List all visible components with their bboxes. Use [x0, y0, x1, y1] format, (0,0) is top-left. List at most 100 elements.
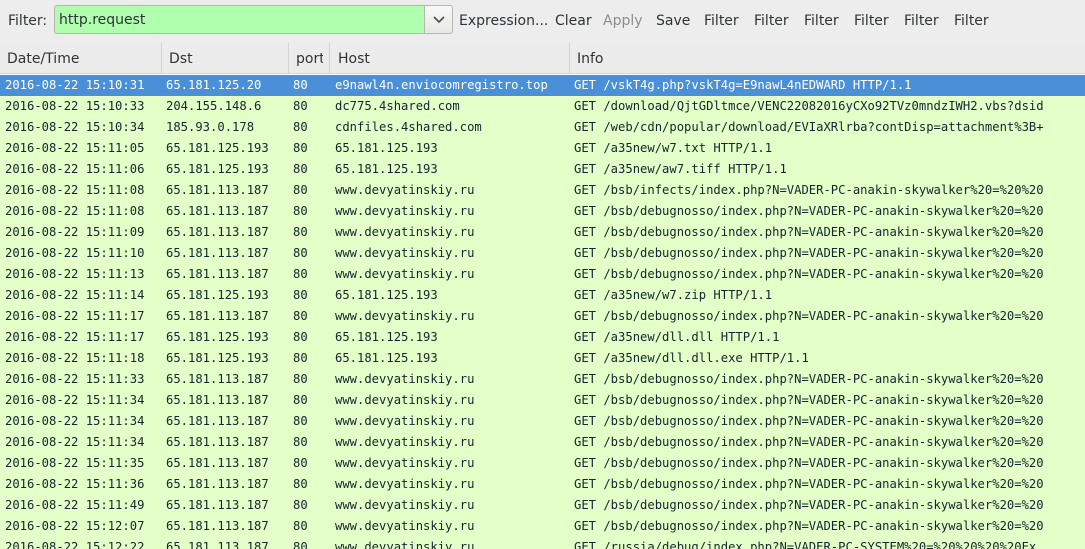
- cell-datetime: 2016-08-22 15:11:35: [5, 456, 145, 470]
- cell-dst: 65.181.113.187: [166, 519, 269, 533]
- cell-dst: 65.181.113.187: [166, 204, 269, 218]
- column-header-datetime[interactable]: Date/Time: [7, 51, 157, 67]
- column-divider[interactable]: [329, 43, 330, 73]
- packet-row[interactable]: 2016-08-22 15:12:22 65.181.113.187 80 www.d…: [0, 537, 1085, 549]
- packet-row[interactable]: 2016-08-22 15:11:05 65.181.125.193 80 65.18…: [0, 138, 1085, 159]
- packet-row[interactable]: 2016-08-22 15:11:36 65.181.113.187 80 www.d…: [0, 474, 1085, 495]
- packet-row[interactable]: 2016-08-22 15:11:06 65.181.125.193 80 65.18…: [0, 159, 1085, 180]
- cell-dst: 65.181.113.187: [166, 246, 269, 260]
- save-button[interactable]: Save: [656, 13, 690, 29]
- clear-button[interactable]: Clear: [555, 13, 592, 29]
- cell-dst: 65.181.113.187: [166, 540, 269, 549]
- cell-datetime: 2016-08-22 15:11:06: [5, 162, 145, 176]
- packet-row[interactable]: 2016-08-22 15:11:10 65.181.113.187 80 www.d…: [0, 243, 1085, 264]
- packet-row[interactable]: 2016-08-22 15:11:34 65.181.113.187 80 www.d…: [0, 390, 1085, 411]
- expression-button[interactable]: Expression...: [459, 13, 548, 29]
- cell-host: www.devyatinskiy.ru: [335, 393, 475, 407]
- column-divider[interactable]: [288, 43, 289, 73]
- column-header-host[interactable]: Host: [338, 51, 563, 67]
- cell-datetime: 2016-08-22 15:11:34: [5, 435, 145, 449]
- cell-dst: 204.155.148.6: [166, 99, 262, 113]
- cell-datetime: 2016-08-22 15:11:10: [5, 246, 145, 260]
- cell-port: 80: [293, 414, 308, 428]
- cell-port: 80: [293, 162, 308, 176]
- cell-host: www.devyatinskiy.ru: [335, 456, 475, 470]
- cell-datetime: 2016-08-22 15:11:34: [5, 414, 145, 428]
- column-divider[interactable]: [161, 43, 162, 73]
- display-filter-box[interactable]: [54, 5, 424, 34]
- packet-row[interactable]: 2016-08-22 15:11:34 65.181.113.187 80 www.d…: [0, 432, 1085, 453]
- cell-info: GET /bsb/debugnosso/index.php?N=VADER-PC…: [574, 498, 1044, 512]
- column-header-dst[interactable]: Dst: [169, 51, 279, 67]
- cell-host: dc775.4shared.com: [335, 99, 460, 113]
- cell-info: GET /a35new/w7.txt HTTP/1.1: [574, 141, 773, 155]
- cell-info: GET /a35new/aw7.tiff HTTP/1.1: [574, 162, 787, 176]
- cell-port: 80: [293, 456, 308, 470]
- column-header-info[interactable]: Info: [577, 51, 777, 67]
- packet-row[interactable]: 2016-08-22 15:11:17 65.181.113.187 80 www.d…: [0, 306, 1085, 327]
- packet-row[interactable]: 2016-08-22 15:11:33 65.181.113.187 80 www.d…: [0, 369, 1085, 390]
- column-header-port[interactable]: port: [296, 51, 323, 67]
- cell-host: www.devyatinskiy.ru: [335, 477, 475, 491]
- cell-info: GET /web/cdn/popular/download/EVIaXRlrba…: [574, 120, 1044, 134]
- cell-info: GET /russia/debug/index.php?N=VADER-PC-S…: [574, 540, 1037, 549]
- cell-host: 65.181.125.193: [335, 162, 438, 176]
- packet-row-selected[interactable]: 2016-08-22 15:10:31 65.181.125.20 80 e9nawl…: [0, 75, 1085, 96]
- cell-info: GET /bsb/debugnosso/index.php?N=VADER-PC…: [574, 393, 1044, 407]
- packet-row[interactable]: 2016-08-22 15:12:07 65.181.113.187 80 www.d…: [0, 516, 1085, 537]
- packet-row[interactable]: 2016-08-22 15:11:13 65.181.113.187 80 www.d…: [0, 264, 1085, 285]
- display-filter-input[interactable]: [59, 6, 419, 33]
- cell-dst: 65.181.125.193: [166, 141, 269, 155]
- cell-info: GET /bsb/debugnosso/index.php?N=VADER-PC…: [574, 267, 1044, 281]
- cell-datetime: 2016-08-22 15:10:33: [5, 99, 145, 113]
- packet-row[interactable]: 2016-08-22 15:11:14 65.181.125.193 80 65.18…: [0, 285, 1085, 306]
- cell-info: GET /bsb/debugnosso/index.php?N=VADER-PC…: [574, 225, 1044, 239]
- cell-host: www.devyatinskiy.ru: [335, 183, 475, 197]
- cell-info: GET /a35new/w7.zip HTTP/1.1: [574, 288, 773, 302]
- cell-dst: 65.181.125.20: [166, 78, 262, 92]
- filter-button-3[interactable]: Filter: [804, 13, 839, 29]
- cell-port: 80: [293, 540, 308, 549]
- packet-row[interactable]: 2016-08-22 15:11:08 65.181.113.187 80 www.d…: [0, 201, 1085, 222]
- cell-host: www.devyatinskiy.ru: [335, 435, 475, 449]
- cell-dst: 65.181.113.187: [166, 456, 269, 470]
- packet-row[interactable]: 2016-08-22 15:10:34 185.93.0.178 80 cdnfile…: [0, 117, 1085, 138]
- cell-datetime: 2016-08-22 15:11:08: [5, 183, 145, 197]
- cell-host: www.devyatinskiy.ru: [335, 519, 475, 533]
- cell-datetime: 2016-08-22 15:11:13: [5, 267, 145, 281]
- filter-button-1[interactable]: Filter: [704, 13, 739, 29]
- packet-row[interactable]: 2016-08-22 15:11:09 65.181.113.187 80 www.d…: [0, 222, 1085, 243]
- display-filter-toolbar: Filter: Expression... Clear Apply Save F…: [0, 0, 1085, 43]
- cell-host: 65.181.125.193: [335, 141, 438, 155]
- packet-row[interactable]: 2016-08-22 15:11:08 65.181.113.187 80 www.d…: [0, 180, 1085, 201]
- cell-datetime: 2016-08-22 15:11:17: [5, 330, 145, 344]
- filter-history-dropdown[interactable]: [424, 5, 453, 34]
- cell-port: 80: [293, 204, 308, 218]
- cell-dst: 65.181.125.193: [166, 351, 269, 365]
- cell-port: 80: [293, 393, 308, 407]
- packet-row[interactable]: 2016-08-22 15:11:18 65.181.125.193 80 65.18…: [0, 348, 1085, 369]
- packet-list[interactable]: 2016-08-22 15:10:31 65.181.125.20 80 e9nawl…: [0, 75, 1085, 549]
- cell-info: GET /vskT4g.php?vskT4g=E9nawL4nEDWARD HT…: [574, 78, 912, 92]
- cell-info: GET /bsb/debugnosso/index.php?N=VADER-PC…: [574, 519, 1044, 533]
- cell-datetime: 2016-08-22 15:11:33: [5, 372, 145, 386]
- packet-row[interactable]: 2016-08-22 15:11:17 65.181.125.193 80 65.18…: [0, 327, 1085, 348]
- cell-host: www.devyatinskiy.ru: [335, 540, 475, 549]
- packet-row[interactable]: 2016-08-22 15:11:35 65.181.113.187 80 www.d…: [0, 453, 1085, 474]
- cell-port: 80: [293, 120, 308, 134]
- packet-row[interactable]: 2016-08-22 15:11:34 65.181.113.187 80 www.d…: [0, 411, 1085, 432]
- cell-datetime: 2016-08-22 15:11:49: [5, 498, 145, 512]
- cell-datetime: 2016-08-22 15:10:31: [5, 78, 145, 92]
- cell-host: www.devyatinskiy.ru: [335, 414, 475, 428]
- cell-port: 80: [293, 99, 308, 113]
- filter-button-5[interactable]: Filter: [904, 13, 939, 29]
- column-divider[interactable]: [569, 43, 570, 73]
- filter-button-6[interactable]: Filter: [954, 13, 989, 29]
- cell-dst: 65.181.113.187: [166, 498, 269, 512]
- packet-row[interactable]: 2016-08-22 15:11:49 65.181.113.187 80 www.d…: [0, 495, 1085, 516]
- packet-row[interactable]: 2016-08-22 15:10:33 204.155.148.6 80 dc775.…: [0, 96, 1085, 117]
- cell-port: 80: [293, 351, 308, 365]
- apply-button[interactable]: Apply: [603, 13, 643, 29]
- filter-button-4[interactable]: Filter: [854, 13, 889, 29]
- filter-button-2[interactable]: Filter: [754, 13, 789, 29]
